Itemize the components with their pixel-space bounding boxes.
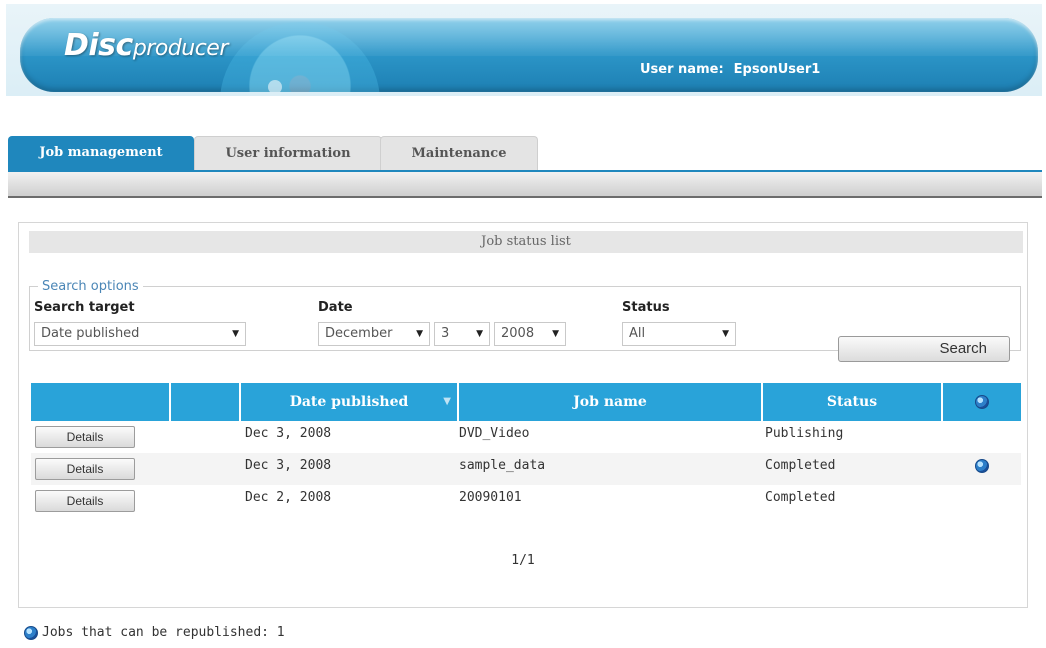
table-row: Details Dec 2, 2008 20090101 Completed bbox=[31, 485, 1021, 517]
search-options-legend: Search options bbox=[42, 279, 139, 294]
date-label: Date bbox=[318, 300, 353, 315]
col-header-date-published[interactable]: Date published ▼ bbox=[241, 383, 457, 421]
sort-descending-icon: ▼ bbox=[443, 396, 451, 407]
search-target-select[interactable]: Date published ▼ bbox=[34, 322, 246, 346]
col-header-date-published-label: Date published bbox=[289, 394, 409, 410]
col-header-status: Status bbox=[763, 383, 941, 421]
logo-rest: producer bbox=[132, 36, 229, 61]
cell-status: Completed bbox=[765, 490, 836, 505]
cell-job-name: sample_data bbox=[459, 458, 546, 473]
status-label: Status bbox=[622, 300, 670, 315]
table-row: Details Dec 3, 2008 sample_data Complete… bbox=[31, 453, 1021, 485]
globe-icon bbox=[24, 625, 38, 640]
tab-maintenance[interactable]: Maintenance bbox=[380, 136, 538, 171]
republish-count: Jobs that can be republished: 1 bbox=[42, 625, 285, 640]
col-header-actions bbox=[31, 383, 169, 421]
republish-cell[interactable] bbox=[975, 453, 989, 485]
chevron-down-icon: ▼ bbox=[722, 329, 729, 339]
year-value: 2008 bbox=[501, 326, 535, 341]
header-banner: Discproducer User name: EpsonUser1 bbox=[6, 4, 1042, 96]
cell-job-name: DVD_Video bbox=[459, 426, 530, 441]
header-bar: Discproducer User name: EpsonUser1 bbox=[20, 18, 1038, 92]
pagination: 1/1 bbox=[511, 553, 535, 568]
status-value: All bbox=[629, 326, 646, 341]
search-target-label: Search target bbox=[34, 300, 135, 315]
day-value: 3 bbox=[441, 326, 450, 341]
table-header: Date published ▼ Job name Status bbox=[31, 383, 1021, 421]
search-target-value: Date published bbox=[41, 326, 140, 341]
tab-underbar bbox=[8, 170, 1042, 198]
globe-icon[interactable] bbox=[975, 458, 989, 473]
cell-status: Completed bbox=[765, 458, 836, 473]
tab-user-information[interactable]: User information bbox=[194, 136, 382, 171]
cell-date: Dec 3, 2008 bbox=[245, 426, 332, 441]
tab-job-management[interactable]: Job management bbox=[8, 136, 194, 170]
cell-status: Publishing bbox=[765, 426, 844, 441]
details-button[interactable]: Details bbox=[35, 490, 135, 512]
day-select[interactable]: 3 ▼ bbox=[434, 322, 490, 346]
col-header-job-name: Job name bbox=[459, 383, 761, 421]
search-options: Search options Search target Date publis… bbox=[29, 279, 1021, 362]
chevron-down-icon: ▼ bbox=[416, 329, 423, 339]
disc-hole bbox=[268, 80, 282, 92]
user-label: User name: bbox=[640, 62, 724, 77]
republish-footer: Jobs that can be republished: 1 bbox=[24, 625, 285, 640]
chevron-down-icon: ▼ bbox=[552, 329, 559, 339]
year-select[interactable]: 2008 ▼ bbox=[494, 322, 566, 346]
cell-date: Dec 3, 2008 bbox=[245, 458, 332, 473]
user-name: EpsonUser1 bbox=[733, 62, 821, 77]
chevron-down-icon: ▼ bbox=[476, 329, 483, 339]
col-header-blank bbox=[171, 383, 239, 421]
cell-date: Dec 2, 2008 bbox=[245, 490, 332, 505]
details-button[interactable]: Details bbox=[35, 426, 135, 448]
job-status-panel: Job status list Search options Search ta… bbox=[18, 222, 1028, 608]
chevron-down-icon: ▼ bbox=[232, 329, 239, 339]
status-select[interactable]: All ▼ bbox=[622, 322, 736, 346]
user-info: User name: EpsonUser1 bbox=[640, 62, 820, 77]
app-logo: Discproducer bbox=[64, 28, 228, 63]
panel-title: Job status list bbox=[29, 231, 1023, 253]
logo-bold: Disc bbox=[64, 28, 133, 63]
month-select[interactable]: December ▼ bbox=[318, 322, 430, 346]
details-button[interactable]: Details bbox=[35, 458, 135, 480]
globe-icon bbox=[975, 395, 989, 409]
table-row: Details Dec 3, 2008 DVD_Video Publishing bbox=[31, 421, 1021, 453]
month-value: December bbox=[325, 326, 393, 341]
cell-job-name: 20090101 bbox=[459, 490, 522, 505]
col-header-republish bbox=[943, 383, 1021, 421]
search-button[interactable]: Search bbox=[838, 336, 1010, 362]
